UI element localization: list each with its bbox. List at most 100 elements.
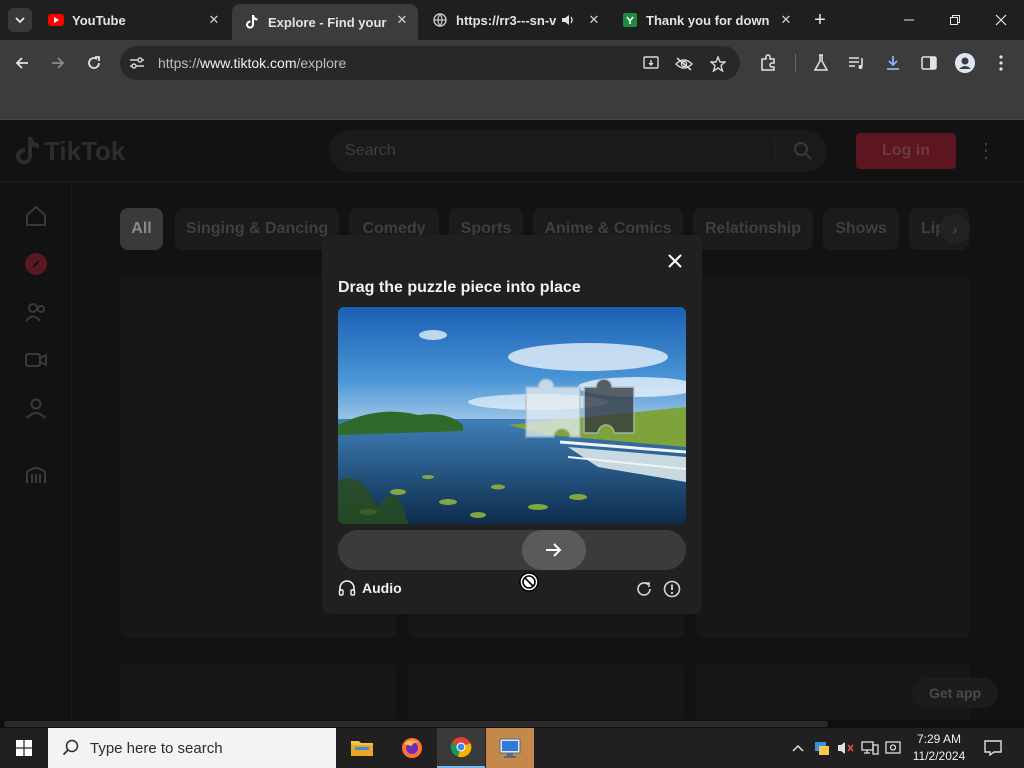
arrow-right-icon	[52, 57, 65, 69]
login-button[interactable]: Log in	[856, 133, 956, 169]
close-icon[interactable]: ✕	[394, 12, 410, 28]
minimize-button[interactable]	[886, 0, 932, 40]
show-hidden-icons-chevron-up-icon[interactable]	[788, 728, 808, 768]
tab-thank-you-download[interactable]: Thank you for downlo ✕	[610, 4, 802, 36]
tiktok-search-input[interactable]: Search	[329, 130, 827, 172]
tiktok-header: TikTok Search Log in ⋮	[0, 120, 1024, 182]
explore-compass-icon[interactable]	[22, 250, 50, 278]
landmark-icon[interactable]	[22, 460, 50, 488]
profile-avatar-icon[interactable]	[954, 52, 976, 74]
tab-tiktok-explore[interactable]: Explore - Find your fa ✕	[232, 4, 418, 40]
following-users-icon[interactable]	[22, 298, 50, 326]
address-bar[interactable]: https://www.tiktok.com/explore	[120, 46, 740, 80]
close-icon	[995, 14, 1007, 26]
horizontal-scrollbar[interactable]	[0, 720, 1024, 728]
download-site-icon	[622, 12, 638, 28]
puzzle-slider-track[interactable]	[338, 530, 686, 570]
home-icon[interactable]	[22, 202, 50, 230]
reload-icon	[88, 56, 100, 69]
reload-button[interactable]	[81, 50, 107, 76]
forward-button[interactable]	[45, 50, 71, 76]
captcha-modal: Drag the puzzle piece into place Audio	[322, 235, 702, 614]
chrome-icon[interactable]	[437, 728, 485, 768]
side-panel-icon[interactable]	[918, 52, 940, 74]
audio-captcha-button[interactable]: Audio	[338, 577, 402, 599]
video-card[interactable]	[120, 664, 396, 724]
close-icon[interactable]: ✕	[586, 12, 602, 28]
video-card[interactable]	[408, 664, 684, 724]
site-settings-icon[interactable]	[128, 54, 146, 72]
start-button[interactable]	[0, 728, 48, 768]
star-icon[interactable]	[708, 54, 728, 74]
restore-icon	[950, 15, 960, 25]
captcha-title: Drag the puzzle piece into place	[338, 279, 581, 296]
windows-taskbar: Type here to search 7:29 AM 11/2/2024	[0, 728, 1024, 768]
notifications-icon[interactable]	[978, 728, 1008, 768]
close-modal-button[interactable]	[664, 250, 686, 272]
puzzle-image	[338, 307, 686, 524]
close-icon[interactable]: ✕	[778, 12, 794, 28]
security-shield-icon[interactable]	[812, 728, 832, 768]
scrollbar-thumb[interactable]	[4, 721, 828, 727]
chip-all[interactable]: All	[120, 208, 163, 250]
install-app-icon[interactable]	[642, 54, 662, 74]
arrow-right-icon	[546, 543, 562, 557]
profile-icon[interactable]	[22, 394, 50, 422]
tiktok-sidebar	[0, 182, 72, 728]
eye-off-icon[interactable]	[674, 54, 694, 74]
close-window-button[interactable]	[978, 0, 1024, 40]
remote-desktop-icon[interactable]	[486, 728, 534, 768]
new-tab-button[interactable]: +	[808, 8, 832, 32]
refresh-icon[interactable]	[634, 579, 654, 599]
speaker-icon[interactable]	[560, 12, 576, 28]
downloads-icon[interactable]	[882, 52, 904, 74]
live-video-icon[interactable]	[22, 346, 50, 374]
arrow-left-icon	[15, 57, 28, 69]
media-control-icon[interactable]	[846, 52, 868, 74]
youtube-icon	[48, 12, 64, 28]
info-icon[interactable]	[662, 579, 682, 599]
puzzle-slider-handle[interactable]	[522, 530, 586, 570]
tiktok-logo[interactable]: TikTok	[16, 134, 125, 168]
minimize-icon	[904, 19, 914, 21]
toolbar-divider	[795, 54, 796, 72]
more-options-icon[interactable]: ⋮	[976, 138, 996, 163]
tab-video-stream[interactable]: https://rr3---sn-vg ✕	[420, 4, 610, 36]
tiktok-icon	[16, 137, 39, 165]
kebab-menu-icon[interactable]	[990, 52, 1012, 74]
search-divider	[774, 140, 775, 162]
chevron-down-icon	[15, 17, 25, 24]
globe-icon	[432, 12, 448, 28]
extensions-icon[interactable]	[757, 52, 779, 74]
tab-youtube[interactable]: YouTube ✕	[36, 4, 230, 36]
chip-singing-dancing[interactable]: Singing & Dancing	[175, 208, 339, 250]
close-icon[interactable]: ✕	[206, 12, 222, 28]
not-allowed-cursor-icon	[518, 571, 540, 593]
labs-flask-icon[interactable]	[810, 52, 832, 74]
network-icon[interactable]	[860, 728, 880, 768]
chip-relationship[interactable]: Relationship	[693, 208, 813, 250]
sync-status-icon[interactable]	[884, 728, 904, 768]
chevron-right-icon[interactable]: ›	[940, 214, 970, 244]
url-text: https://www.tiktok.com/explore	[158, 55, 347, 71]
chip-shows[interactable]: Shows	[823, 208, 899, 250]
tiktok-icon	[244, 14, 260, 30]
taskbar-clock[interactable]: 7:29 AM 11/2/2024	[904, 731, 974, 765]
volume-muted-icon[interactable]	[836, 728, 856, 768]
close-icon	[668, 254, 682, 268]
get-app-button[interactable]: Get app	[912, 678, 998, 708]
headphones-icon	[338, 580, 356, 596]
browser-toolbar: https://www.tiktok.com/explore	[0, 40, 1024, 86]
search-icon	[62, 739, 79, 756]
windows-logo-icon	[16, 740, 32, 756]
tab-search-button[interactable]	[8, 8, 32, 32]
search-icon[interactable]	[793, 141, 813, 166]
bookmark-bar	[0, 86, 1024, 120]
video-card[interactable]	[696, 276, 970, 638]
taskbar-search-input[interactable]: Type here to search	[48, 728, 336, 768]
back-button[interactable]	[9, 50, 35, 76]
firefox-icon[interactable]	[388, 728, 436, 768]
restore-button[interactable]	[932, 0, 978, 40]
browser-tab-strip: YouTube ✕ Explore - Find your fa ✕ https…	[0, 0, 1024, 40]
file-explorer-icon[interactable]	[338, 728, 386, 768]
